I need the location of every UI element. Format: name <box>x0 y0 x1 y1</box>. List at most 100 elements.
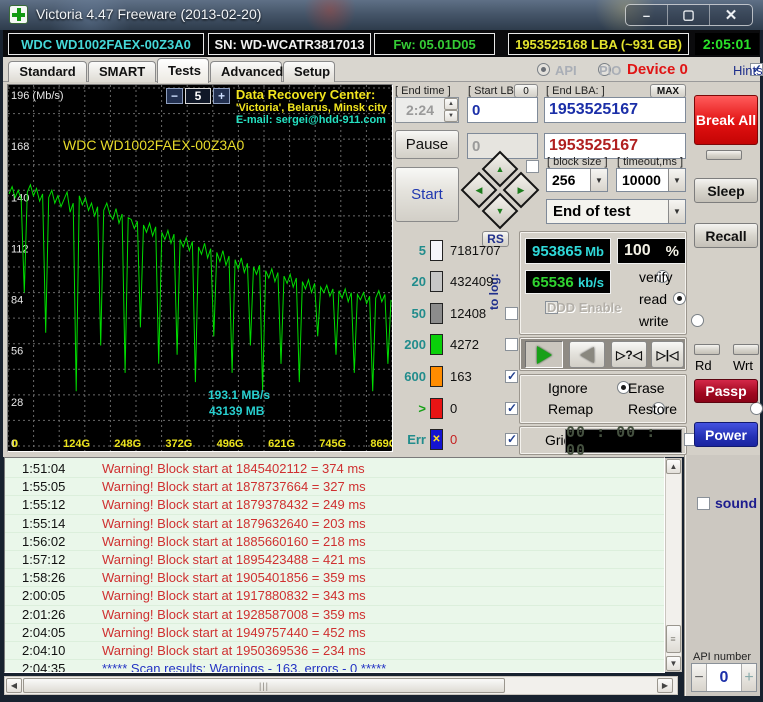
latency-row: 20 432409 <box>396 270 518 294</box>
tab-setup[interactable]: Setup <box>283 61 335 82</box>
log-hscroll-thumb[interactable]: ||| <box>23 678 505 693</box>
end-time-value: 2:24 <box>405 102 435 118</box>
busy-indicator <box>706 150 742 160</box>
speed-value: 65536 <box>532 273 574 291</box>
after-test-dropdown-icon[interactable]: ▼ <box>668 200 685 223</box>
read-activity-indicator <box>694 344 720 355</box>
log-time: 1:55:12 <box>22 497 66 513</box>
drive-serial: SN: WD-WCATR3817013 <box>208 33 371 55</box>
skip-to-end-icon: ▷|◁ <box>656 347 679 362</box>
break-all-button[interactable]: Break All <box>694 95 758 145</box>
drc-banner: Data Recovery Center: 'Victoria', Belaru… <box>236 87 387 126</box>
svg-text:196 (Mb/s): 196 (Mb/s) <box>11 90 64 102</box>
log-time: 2:00:05 <box>22 588 66 604</box>
log-row: 1:56:02 Warning! Block start at 18856601… <box>5 533 664 551</box>
api-plus-button[interactable]: + <box>741 664 756 691</box>
maximize-button[interactable]: ▢ <box>668 5 710 25</box>
svg-text:372G: 372G <box>165 438 192 450</box>
speed-display: 65536 kb/s <box>525 270 611 294</box>
log-message: Warning! Block start at 1905401856 = 359… <box>102 570 366 586</box>
percent-display: 100 % <box>617 238 686 264</box>
sound-checkbox[interactable] <box>697 497 710 510</box>
play-button[interactable] <box>525 341 563 368</box>
log-time: 2:04:05 <box>22 624 66 640</box>
skip-to-end-button[interactable]: ▷|◁ <box>651 341 684 368</box>
block-size-dropdown[interactable]: 256 ▼ <box>546 168 608 192</box>
block-size-dropdown-icon[interactable]: ▼ <box>590 169 607 191</box>
log-row: 2:04:35 ***** Scan results: Warnings - 1… <box>5 660 664 672</box>
minimize-button[interactable]: – <box>626 5 668 25</box>
countdown-timer: 00 : 00 : 00 <box>565 423 682 459</box>
drc-line1: Data Recovery Center: <box>235 87 376 102</box>
end-time-down-icon[interactable]: ▼ <box>444 110 458 122</box>
step-back-button[interactable] <box>569 341 605 368</box>
latency-count: 7181707 <box>450 242 501 258</box>
svg-text:248G: 248G <box>114 438 141 450</box>
tab-smart[interactable]: SMART <box>88 61 156 82</box>
sleep-button[interactable]: Sleep <box>694 178 758 203</box>
api-minus-button[interactable]: − <box>692 664 707 691</box>
erase-label: Erase <box>628 380 665 396</box>
log-scroll-down-icon[interactable]: ▼ <box>666 656 681 671</box>
log-scroll-left-icon[interactable]: ◀ <box>6 678 22 693</box>
start-button[interactable]: Start <box>395 167 459 222</box>
close-button[interactable]: ✕ <box>710 5 752 25</box>
end-time-spinner[interactable]: 2:24 ▲ ▼ <box>395 97 459 123</box>
log-message: Warning! Block start at 1879378432 = 249… <box>102 497 366 513</box>
latency-log-checkbox[interactable] <box>505 432 518 447</box>
api-number-value: 0 <box>719 668 729 686</box>
log-message: Warning! Block start at 1949757440 = 452… <box>102 624 366 640</box>
api-radio[interactable] <box>537 63 550 76</box>
start-lba-input[interactable] <box>467 97 538 123</box>
graph-zoom-out-button[interactable]: − <box>166 88 183 104</box>
log-horizontal-scrollbar[interactable]: ◀ ||| ▶ <box>4 676 678 695</box>
log-row: 1:55:05 Warning! Block start at 18787376… <box>5 478 664 497</box>
latency-histogram: 5 7181707 20 432409 50 12408 200 4272 60… <box>396 238 518 456</box>
end-lba-input[interactable] <box>544 97 686 123</box>
log-message: Warning! Block start at 1879632640 = 203… <box>102 515 366 531</box>
latency-color-swatch <box>430 271 443 293</box>
restore-radio[interactable] <box>749 402 763 415</box>
start-lba-zero-button[interactable]: 0 <box>514 84 538 98</box>
recall-button[interactable]: Recall <box>694 223 758 248</box>
power-button[interactable]: Power <box>694 422 758 447</box>
latency-color-swatch <box>430 365 443 387</box>
tab-standard[interactable]: Standard <box>8 61 87 82</box>
latency-log-checkbox[interactable] <box>505 306 518 320</box>
write-label: write <box>639 313 669 329</box>
seek-right-icon: ▶ <box>517 184 525 195</box>
latency-log-checkbox[interactable] <box>505 338 518 352</box>
graph-zoom-control: − 5 + <box>166 88 230 104</box>
api-number-label: API number <box>693 651 752 663</box>
end-lba-max-button[interactable]: MAX <box>650 84 686 98</box>
log-scroll-thumb[interactable]: ≡ <box>666 625 681 653</box>
log-scroll-up-icon[interactable]: ▲ <box>666 459 681 474</box>
ignore-label: Ignore <box>548 380 588 396</box>
after-test-action-dropdown[interactable]: End of test ▼ <box>546 199 686 224</box>
percent-unit: % <box>665 242 679 260</box>
latency-log-checkbox[interactable] <box>505 369 518 383</box>
timeout-dropdown[interactable]: 10000 ▼ <box>616 168 686 192</box>
end-time-up-icon[interactable]: ▲ <box>444 98 458 110</box>
latency-threshold-label: > <box>418 400 426 416</box>
log-time: 1:51:04 <box>22 461 66 477</box>
title-bar: Victoria 4.47 Freeware (2013-02-20) – ▢ … <box>0 0 763 30</box>
pause-button[interactable]: Pause <box>395 130 459 159</box>
tab-advanced[interactable]: Advanced <box>210 61 283 82</box>
graph-zoom-in-button[interactable]: + <box>213 88 230 104</box>
log-time: 1:56:02 <box>22 533 66 549</box>
latency-color-swatch <box>430 302 443 324</box>
skip-to-defect-icon: ▷?◁ <box>616 347 642 362</box>
timeout-dropdown-icon[interactable]: ▼ <box>668 169 685 191</box>
step-back-icon <box>580 346 594 363</box>
write-radio[interactable] <box>690 314 704 327</box>
seek-navigator: ▲ ◀ ▶ ▼ <box>460 150 540 230</box>
latency-log-checkbox[interactable] <box>505 401 518 415</box>
skip-to-defect-button[interactable]: ▷?◁ <box>611 341 647 368</box>
seek-option-checkbox[interactable] <box>526 160 539 173</box>
log-vertical-scrollbar[interactable]: ▲ ≡ ▼ <box>665 458 682 672</box>
log-scroll-right-icon[interactable]: ▶ <box>657 678 673 693</box>
speed-graph: 196 (Mb/s) 168 140 112 84 56 28 0 0 124G 248G 372G 4… <box>7 84 393 452</box>
passp-button[interactable]: Passp <box>694 379 758 403</box>
tab-tests[interactable]: Tests <box>157 58 209 83</box>
